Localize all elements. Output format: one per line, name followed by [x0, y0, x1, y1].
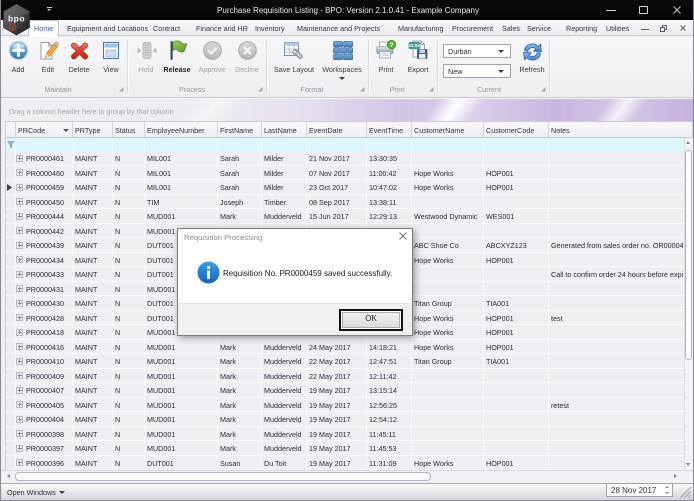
svg-text:?: ?	[390, 42, 394, 49]
svg-text:bpo: bpo	[8, 14, 25, 24]
svg-text:XLSX: XLSX	[409, 43, 421, 48]
